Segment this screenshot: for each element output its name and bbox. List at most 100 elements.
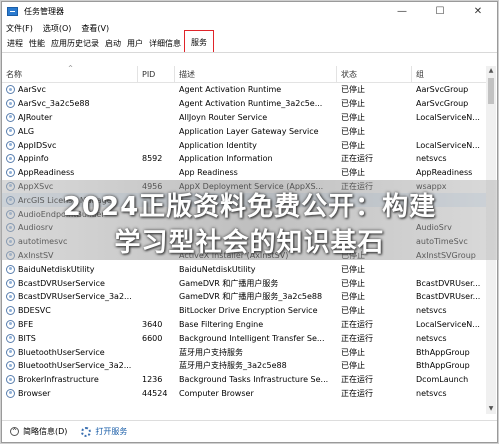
table-row[interactable]: Browser 44524 Computer Browser 正在运行 netsvcs bbox=[2, 387, 488, 401]
brief-info-button[interactable]: ^ 简略信息(D) bbox=[10, 426, 67, 437]
service-gear-icon bbox=[6, 264, 15, 274]
service-gear-icon bbox=[6, 99, 15, 109]
table-row[interactable]: BDESVC BitLocker Drive Encryption Service… bbox=[2, 304, 488, 318]
table-row[interactable]: BFE 3640 Base Filtering Engine 正在运行 LocalSer… bbox=[2, 318, 488, 332]
service-name: AarSvc bbox=[18, 85, 46, 95]
service-description: Application Layer Gateway Service bbox=[179, 126, 319, 136]
service-status: 已停止 bbox=[341, 306, 365, 316]
menu-file[interactable]: 文件(F) bbox=[6, 23, 33, 34]
tab-processes[interactable]: 进程 bbox=[4, 38, 26, 52]
window-controls: — ☐ ✕ bbox=[383, 2, 497, 20]
service-name: AarSvc_3a2c5e88 bbox=[18, 99, 90, 109]
title-bar: 任务管理器 — ☐ ✕ bbox=[2, 2, 497, 20]
service-description: Application Identity bbox=[179, 140, 257, 150]
service-description: Background Intelligent Transfer Se... bbox=[179, 333, 325, 343]
scroll-down-icon[interactable]: ▼ bbox=[486, 404, 496, 414]
service-status: 已停止 bbox=[341, 278, 365, 288]
service-pid: 1236 bbox=[142, 375, 163, 385]
close-button[interactable]: ✕ bbox=[459, 2, 497, 20]
service-name: BITS bbox=[18, 333, 36, 343]
service-group bbox=[412, 262, 488, 276]
table-row[interactable]: BaiduNetdiskUtility BaiduNetdiskUtility 已停… bbox=[2, 262, 488, 276]
minimize-button[interactable]: — bbox=[383, 2, 421, 20]
table-row[interactable]: AppReadiness App Readiness 已停止 AppReadiness bbox=[2, 166, 488, 180]
service-description: GameDVR 和广播用户服务 bbox=[179, 278, 279, 288]
service-pid bbox=[138, 166, 175, 180]
service-name-cell: BrokerInfrastructure bbox=[2, 373, 138, 387]
service-status: 正在运行 bbox=[341, 388, 373, 398]
service-group: BcastDVRUser... bbox=[416, 278, 481, 288]
service-group: netsvcs bbox=[416, 333, 447, 343]
service-pid bbox=[138, 276, 175, 290]
service-group: netsvcs bbox=[416, 154, 447, 164]
service-pid: 3640 bbox=[142, 319, 163, 329]
service-group: netsvcs bbox=[416, 306, 447, 316]
table-row[interactable]: AarSvc Agent Activation Runtime 已停止 AarSvcG… bbox=[2, 83, 488, 97]
service-name: AppIDSvc bbox=[18, 140, 57, 150]
service-gear-icon bbox=[6, 168, 15, 178]
service-group: BthAppGroup bbox=[416, 347, 470, 357]
service-pid bbox=[138, 138, 175, 152]
service-group: BthAppGroup bbox=[416, 361, 470, 371]
service-description: Background Tasks Infrastructure Se... bbox=[179, 375, 329, 385]
service-status: 已停止 bbox=[341, 99, 365, 109]
service-description: Base Filtering Engine bbox=[179, 319, 264, 329]
watermark-line-2: 学习型社会的知识基石 bbox=[114, 228, 385, 258]
table-row[interactable]: BcastDVRUserService_3a2... GameDVR 和广播用户服… bbox=[2, 290, 488, 304]
table-row[interactable]: AarSvc_3a2c5e88 Agent Activation Runtime_… bbox=[2, 97, 488, 111]
tab-app-history[interactable]: 应用历史记录 bbox=[48, 38, 102, 52]
column-description[interactable]: 描述 bbox=[175, 66, 337, 82]
table-row[interactable]: BcastDVRUserService GameDVR 和广播用户服务 已停止 Bca… bbox=[2, 276, 488, 290]
service-gear-icon bbox=[6, 333, 15, 343]
table-row[interactable]: BluetoothUserService_3a2... 蓝牙用户支持服务_3a2c… bbox=[2, 359, 488, 373]
service-group: AarSvcGroup bbox=[416, 99, 469, 109]
brief-info-label: 简略信息(D) bbox=[23, 427, 68, 436]
watermark-line-1: 2024正版资料免费公开：构建 bbox=[62, 192, 437, 222]
tab-users[interactable]: 用户 bbox=[124, 38, 146, 52]
table-row[interactable]: Appinfo 8592 Application Information 正在运行 ne… bbox=[2, 152, 488, 166]
service-name: BluetoothUserService_3a2... bbox=[18, 361, 132, 371]
column-group[interactable]: 组 bbox=[412, 66, 488, 82]
service-pid bbox=[138, 345, 175, 359]
service-status: 正在运行 bbox=[341, 375, 373, 385]
scroll-up-icon[interactable]: ▲ bbox=[486, 66, 496, 76]
column-pid[interactable]: PID bbox=[138, 66, 175, 82]
service-status: 已停止 bbox=[341, 140, 365, 150]
tab-startup[interactable]: 启动 bbox=[102, 38, 124, 52]
tab-details[interactable]: 详细信息 bbox=[146, 38, 184, 52]
service-name: BcastDVRUserService_3a2... bbox=[18, 292, 132, 302]
maximize-button[interactable]: ☐ bbox=[421, 2, 459, 20]
table-row[interactable]: BrokerInfrastructure 1236 Background Tasks… bbox=[2, 373, 488, 387]
service-description: App Readiness bbox=[179, 168, 238, 178]
table-row[interactable]: AJRouter AllJoyn Router Service 已停止 LocalSe… bbox=[2, 111, 488, 125]
service-group: LocalServiceN... bbox=[416, 319, 480, 329]
service-name: BrokerInfrastructure bbox=[18, 375, 99, 385]
open-services-link[interactable]: 打开服务 bbox=[81, 426, 127, 437]
service-gear-icon bbox=[6, 375, 15, 385]
menu-options[interactable]: 选项(O) bbox=[43, 23, 72, 34]
task-manager-icon bbox=[7, 6, 18, 16]
table-row[interactable]: BITS 6600 Background Intelligent Transfer … bbox=[2, 331, 488, 345]
tab-services[interactable]: 服务 bbox=[184, 30, 214, 52]
service-status: 正在运行 bbox=[341, 154, 373, 164]
service-gear-icon bbox=[6, 306, 15, 316]
service-pid bbox=[138, 97, 175, 111]
table-row[interactable]: ALG Application Layer Gateway Service 已停止 bbox=[2, 124, 488, 138]
service-group: AarSvcGroup bbox=[416, 85, 469, 95]
tab-performance[interactable]: 性能 bbox=[26, 38, 48, 52]
service-gear-icon bbox=[6, 85, 15, 95]
service-pid bbox=[138, 290, 175, 304]
service-gear-icon bbox=[6, 388, 15, 398]
service-name: BluetoothUserService bbox=[18, 347, 105, 357]
table-row[interactable]: AppIDSvc Application Identity 已停止 LocalServ… bbox=[2, 138, 488, 152]
service-gear-icon bbox=[6, 278, 15, 288]
service-description: Computer Browser bbox=[179, 388, 254, 398]
service-pid bbox=[138, 304, 175, 318]
scroll-thumb[interactable] bbox=[488, 78, 494, 104]
service-gear-icon bbox=[6, 347, 15, 357]
table-row[interactable]: BluetoothUserService 蓝牙用户支持服务 已停止 BthAppGro… bbox=[2, 345, 488, 359]
service-description: Agent Activation Runtime bbox=[179, 85, 282, 95]
column-status[interactable]: 状态 bbox=[337, 66, 412, 82]
service-status: 已停止 bbox=[341, 126, 365, 136]
menu-view[interactable]: 查看(V) bbox=[81, 23, 109, 34]
